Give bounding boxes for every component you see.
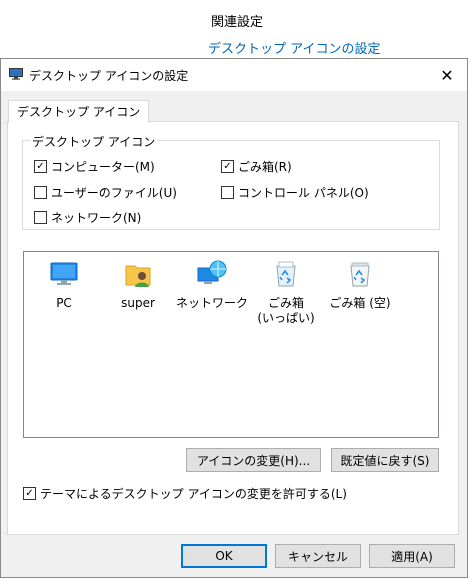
icon-item-recycle-bin-full[interactable]: ごみ箱 (いっぱい) [249,258,323,326]
icons-list[interactable]: PC super ネットワーク ごみ箱 (いっぱい) ごみ箱 (空) [23,251,439,438]
checkbox-label: ごみ箱(R) [238,160,292,174]
cancel-button[interactable]: キャンセル [275,544,361,568]
groupbox-title: デスクトップ アイコン [30,133,158,150]
icon-label: ごみ箱 (空) [329,296,391,310]
user-folder-icon [125,265,151,287]
icon-label: PC [56,296,72,310]
desktop-icon-settings-link[interactable]: デスクトップ アイコンの設定 [208,38,380,57]
checkbox-box[interactable]: ✓ [221,160,234,173]
tab-desktop-icons[interactable]: デスクトップ アイコン [8,100,150,123]
desktop-monitor-icon [9,68,23,80]
related-settings-header: 関連設定 [211,15,264,30]
restore-default-button[interactable]: 既定値に戻す(S) [331,448,439,472]
icon-item-user-files[interactable]: super [101,258,175,311]
pc-icon [50,262,78,285]
network-icon [197,260,227,284]
checkbox-label: ネットワーク(N) [51,211,142,225]
checkbox-box[interactable] [34,211,47,224]
icon-label: ネットワーク [175,296,248,310]
checkbox-allow-themes[interactable]: ✓ テーマによるデスクトップ アイコンの変更を許可する(L) [23,485,347,502]
close-button[interactable]: ✕ [427,59,467,91]
recycle-bin-empty-icon [350,262,370,287]
ok-button[interactable]: OK [181,544,267,568]
checkbox-user-files[interactable]: ユーザーのファイル(U) [34,184,177,201]
checkbox-box[interactable]: ✓ [34,160,47,173]
recycle-bin-full-icon [276,261,296,287]
checkbox-box[interactable] [34,186,47,199]
icon-label: ごみ箱 (いっぱい) [257,296,315,325]
dialog-title: デスクトップ アイコンの設定 [29,69,189,83]
checkbox-label: テーマによるデスクトップ アイコンの変更を許可する(L) [40,487,347,501]
close-icon: ✕ [440,65,454,85]
checkbox-box[interactable] [221,186,234,199]
checkbox-control-panel[interactable]: コントロール パネル(O) [221,184,369,201]
checkbox-computer[interactable]: ✓ コンピューター(M) [34,158,155,175]
change-icon-button[interactable]: アイコンの変更(H)... [186,448,321,472]
checkbox-box[interactable]: ✓ [23,487,36,500]
icon-label: super [121,296,155,310]
checkbox-network[interactable]: ネットワーク(N) [34,209,141,226]
checkbox-label: ユーザーのファイル(U) [51,186,177,200]
icon-item-recycle-bin-empty[interactable]: ごみ箱 (空) [323,258,397,311]
apply-button[interactable]: 適用(A) [369,544,455,568]
checkbox-label: コンピューター(M) [51,160,155,174]
checkbox-recycle-bin[interactable]: ✓ ごみ箱(R) [221,158,292,175]
dialog-titlebar: デスクトップ アイコンの設定 ✕ [1,59,467,91]
checkbox-label: コントロール パネル(O) [238,186,369,200]
icon-item-network[interactable]: ネットワーク [175,258,249,311]
icon-item-pc[interactable]: PC [27,258,101,311]
